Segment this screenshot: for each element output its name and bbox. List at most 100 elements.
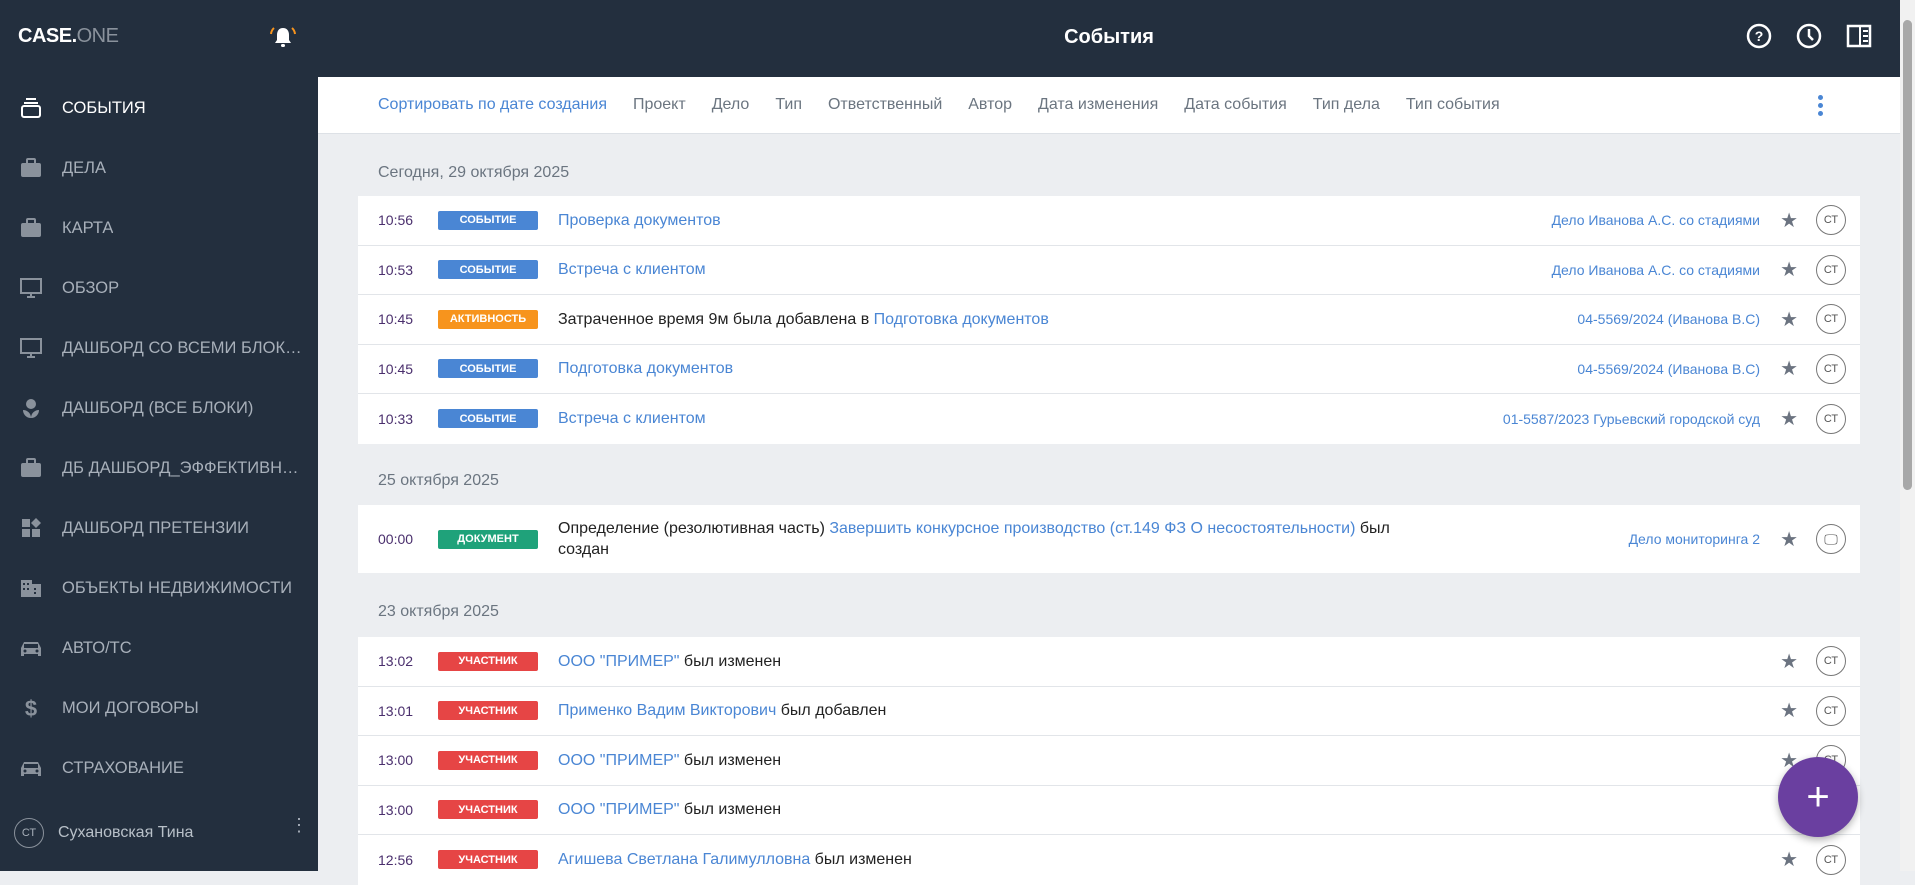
event-link[interactable]: Проверка документов [558, 212, 721, 229]
star-icon[interactable]: ★ [1780, 649, 1798, 674]
event-row[interactable]: 10:45 СОБЫТИЕ Подготовка документов 04-5… [358, 345, 1860, 394]
avatar[interactable]: СТ [1816, 254, 1846, 285]
event-row[interactable]: 13:00 УЧАСТНИК ООО "ПРИМЕР" был изменен … [358, 736, 1860, 786]
filter-5[interactable]: Автор [968, 96, 1012, 114]
case-link[interactable]: Дело Иванова А.С. со стадиями [1552, 212, 1760, 228]
help-icon[interactable]: ? [1745, 22, 1773, 50]
user-menu[interactable]: СТ Сухановская Тина ⋮ [0, 808, 318, 858]
filter-3[interactable]: Тип [775, 96, 802, 114]
event-row[interactable]: 00:00 ДОКУМЕНТ Определение (резолютивная… [358, 505, 1860, 573]
event-text-post: был добавлен [776, 702, 887, 720]
star-icon[interactable]: ★ [1780, 527, 1798, 552]
filter-9[interactable]: Тип события [1406, 96, 1500, 114]
event-time: 13:02 [378, 653, 414, 670]
sidebar-item[interactable]: Обзор [0, 258, 318, 318]
case-link[interactable]: Дело Иванова А.С. со стадиями [1552, 262, 1760, 278]
event-link[interactable]: Завершить конкурсное производство (ст.14… [829, 520, 1355, 537]
event-link[interactable]: ООО "ПРИМЕР" [558, 752, 679, 769]
star-icon[interactable]: ★ [1780, 847, 1798, 872]
sidebar-item-label: Обзор [62, 278, 120, 297]
sidebar-item[interactable]: Страхование [0, 738, 318, 798]
event-row[interactable]: 10:56 СОБЫТИЕ Проверка документов Дело И… [358, 196, 1860, 246]
sidebar-item[interactable]: ДБ Дашборд_Эффективно... [0, 438, 318, 498]
event-row[interactable]: 10:45 АКТИВНОСТЬ Затраченное время 9м бы… [358, 295, 1860, 345]
avatar[interactable]: СТ [1816, 205, 1846, 236]
monitor-icon[interactable]: 🖵 [1816, 524, 1846, 554]
filter-4[interactable]: Ответственный [828, 96, 942, 114]
event-link[interactable]: Встреча с клиентом [558, 261, 706, 278]
event-text: Проверка документов [558, 210, 721, 231]
scrollbar-thumb[interactable] [1903, 20, 1912, 490]
avatar[interactable]: СТ [1816, 353, 1846, 384]
filter-0[interactable]: Сортировать по дате создания [378, 96, 607, 114]
type-badge: СОБЫТИЕ [438, 409, 538, 429]
case-link[interactable]: 04-5569/2024 (Иванова В.С) [1577, 361, 1760, 377]
event-group: 13:02 УЧАСТНИК ООО "ПРИМЕР" был изменен … [358, 637, 1860, 885]
date-header: 25 октября 2025 [378, 472, 499, 489]
logo[interactable]: CASE.ONE [18, 25, 119, 48]
event-row[interactable]: 13:00 УЧАСТНИК ООО "ПРИМЕР" был изменен … [358, 786, 1860, 835]
type-badge: УЧАСТНИК [438, 850, 538, 870]
sidebar-item[interactable]: $ Мои договоры [0, 678, 318, 738]
add-button[interactable]: + [1778, 757, 1858, 837]
event-row[interactable]: 13:02 УЧАСТНИК ООО "ПРИМЕР" был изменен … [358, 637, 1860, 687]
sidebar-item[interactable]: Дашборд (все блоки) [0, 378, 318, 438]
event-row[interactable]: 10:53 СОБЫТИЕ Встреча с клиентом Дело Ив… [358, 246, 1860, 295]
event-text: ООО "ПРИМЕР" был изменен [558, 799, 781, 820]
avatar[interactable]: СТ [1816, 403, 1846, 434]
event-link[interactable]: ООО "ПРИМЕР" [558, 801, 679, 818]
star-icon[interactable]: ★ [1780, 307, 1798, 332]
sidebar-item-label: Дашборд со всеми блока... [62, 338, 302, 357]
briefcase-icon [18, 455, 44, 481]
star-icon[interactable]: ★ [1780, 356, 1798, 381]
star-icon[interactable]: ★ [1780, 698, 1798, 723]
avatar[interactable]: СТ [1816, 844, 1846, 875]
filter-2[interactable]: Дело [712, 96, 750, 114]
event-text-post: был изменен [810, 851, 912, 869]
sidebar-item[interactable]: Карта [0, 198, 318, 258]
more-options-icon[interactable] [1818, 95, 1824, 119]
event-text: Встреча с клиентом [558, 408, 706, 429]
sidebar-item[interactable]: Дашборд со всеми блока... [0, 318, 318, 378]
event-link[interactable]: Применко Вадим Викторович [558, 702, 776, 719]
case-link[interactable]: 01-5587/2023 Гурьевский городской суд [1503, 411, 1760, 427]
filter-6[interactable]: Дата изменения [1038, 96, 1158, 114]
star-icon[interactable]: ★ [1780, 257, 1798, 282]
type-badge: СОБЫТИЕ [438, 260, 538, 280]
sidebar-item[interactable]: Дашборд претензии [0, 498, 318, 558]
car-icon [18, 755, 44, 781]
star-icon[interactable]: ★ [1780, 406, 1798, 431]
event-row[interactable]: 13:01 УЧАСТНИК Применко Вадим Викторович… [358, 687, 1860, 736]
filter-8[interactable]: Тип дела [1313, 96, 1380, 114]
event-text-post: был изменен [679, 652, 782, 670]
event-link[interactable]: Подготовка документов [874, 311, 1049, 328]
event-link[interactable]: Подготовка документов [558, 360, 733, 377]
sidebar-item[interactable]: Дела [0, 138, 318, 198]
sidebar-item-label: Страхование [62, 758, 184, 777]
bell-icon[interactable] [268, 22, 298, 52]
sidebar-item[interactable]: Авто/ТС [0, 618, 318, 678]
event-link[interactable]: ООО "ПРИМЕР" [558, 653, 679, 670]
event-time: 10:45 [378, 360, 414, 377]
case-link[interactable]: 04-5569/2024 (Иванова В.С) [1577, 311, 1760, 327]
sidebar-item[interactable]: Объекты недвижимости [0, 558, 318, 618]
sidebar-item-label: Авто/ТС [62, 638, 132, 657]
user-more-icon[interactable]: ⋮ [290, 816, 308, 834]
avatar[interactable]: СТ [1816, 646, 1846, 677]
event-row[interactable]: 12:56 УЧАСТНИК Агишева Светлана Галимулл… [358, 835, 1860, 885]
clock-icon[interactable] [1795, 22, 1823, 50]
case-link[interactable]: Дело мониторинга 2 [1629, 531, 1760, 547]
sidebar-item-label: ДБ Дашборд_Эффективно... [62, 458, 302, 477]
event-row[interactable]: 10:33 СОБЫТИЕ Встреча с клиентом 01-5587… [358, 394, 1860, 444]
star-icon[interactable]: ★ [1780, 208, 1798, 233]
page-title: События [1064, 26, 1154, 48]
side-panel-icon[interactable] [1845, 22, 1873, 50]
sidebar-item[interactable]: События [0, 78, 318, 138]
event-link[interactable]: Встреча с клиентом [558, 410, 706, 427]
filter-1[interactable]: Проект [633, 96, 686, 114]
event-link[interactable]: Агишева Светлана Галимулловна [558, 851, 810, 868]
filter-7[interactable]: Дата события [1184, 96, 1287, 114]
avatar[interactable]: СТ [1816, 695, 1846, 726]
scrollbar[interactable] [1900, 0, 1915, 871]
avatar[interactable]: СТ [1816, 304, 1846, 335]
